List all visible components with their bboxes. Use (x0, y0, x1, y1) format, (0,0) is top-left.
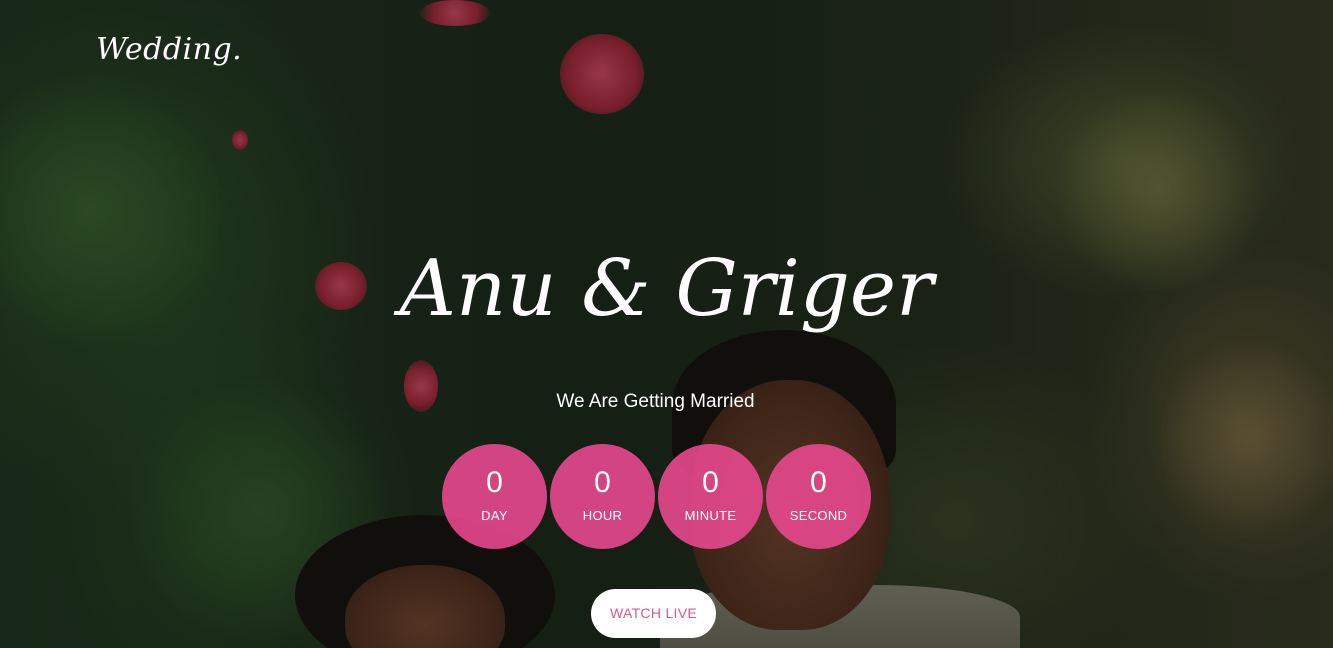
countdown-day-label: DAY (481, 508, 508, 523)
couple-names-heading: Anu & Griger (399, 244, 934, 334)
countdown-hour-label: HOUR (582, 508, 623, 523)
countdown-day-value: 0 (486, 466, 503, 499)
countdown-minute-label: MINUTE (684, 508, 737, 523)
countdown-timer: 0 DAY 0 HOUR 0 MINUTE 0 SECOND (442, 444, 872, 550)
countdown-day: 0 DAY (442, 444, 547, 549)
watch-live-button[interactable]: WATCH LIVE (591, 589, 716, 638)
site-logo[interactable]: Wedding. (96, 32, 242, 67)
countdown-second-label: SECOND (789, 508, 848, 523)
countdown-minute: 0 MINUTE (658, 444, 763, 549)
hero-section: Wedding. Anu & Griger We Are Getting Mar… (0, 0, 1333, 648)
countdown-hour: 0 HOUR (550, 444, 655, 549)
countdown-second: 0 SECOND (766, 444, 871, 549)
tagline: We Are Getting Married (556, 391, 755, 412)
countdown-minute-value: 0 (702, 466, 719, 499)
countdown-hour-value: 0 (594, 466, 611, 499)
countdown-second-value: 0 (810, 466, 827, 499)
